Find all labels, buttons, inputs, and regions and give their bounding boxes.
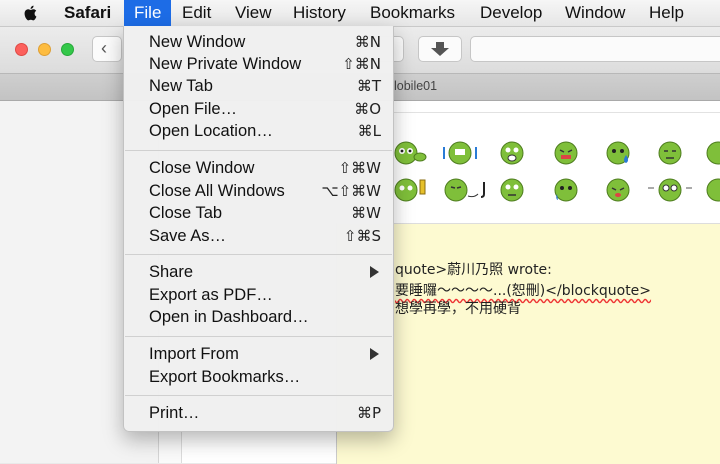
menu-item-close-all-windows[interactable]: Close All Windows ⌥⇧⌘W — [149, 181, 383, 203]
menu-item-new-window[interactable]: New Window ⌘N — [149, 32, 383, 54]
post-line-1: quote>蔚川乃照 wrote: — [395, 262, 552, 278]
downloads-button[interactable] — [418, 36, 462, 62]
menu-item-open-file[interactable]: Open File… ⌘O — [149, 99, 383, 121]
emoticon-icon — [706, 178, 720, 202]
emoticon-icon — [394, 141, 427, 165]
menu-bookmarks[interactable]: Bookmarks — [360, 0, 465, 26]
menu-item-label: Export as PDF… — [149, 286, 273, 304]
submenu-arrow-icon — [370, 348, 379, 360]
menu-item-shortcut: ⌘T — [356, 77, 381, 95]
menu-item-shortcut: ⌘W — [351, 204, 381, 222]
menu-item-label: Open File… — [149, 100, 238, 118]
menu-item-label: Close Tab — [149, 204, 223, 222]
download-arrow-icon — [431, 42, 449, 56]
menu-view[interactable]: View — [225, 0, 282, 26]
tab-title[interactable]: lobile01 — [394, 79, 437, 93]
menu-history[interactable]: History — [283, 0, 356, 26]
emoticon-icon — [500, 178, 524, 202]
minimize-window-button[interactable] — [38, 43, 51, 56]
menu-item-close-window[interactable]: Close Window ⇧⌘W — [149, 158, 383, 180]
emoticon-icon — [394, 178, 426, 202]
menu-item-export-as-pdf[interactable]: Export as PDF… — [149, 285, 383, 307]
menu-item-label: Open Location… — [149, 122, 273, 140]
menu-window[interactable]: Window — [555, 0, 635, 26]
menu-item-open-location[interactable]: Open Location… ⌘L — [149, 121, 383, 143]
menu-item-shortcut: ⌘N — [354, 33, 381, 51]
post-line-3: 想學再學，不用硬背 — [395, 301, 521, 317]
emoticon-icon — [500, 141, 524, 165]
menu-item-new-private-window[interactable]: New Private Window ⇧⌘N — [149, 54, 383, 76]
menu-item-shortcut: ⌘O — [354, 100, 381, 118]
menu-help[interactable]: Help — [639, 0, 694, 26]
emoticon-icon — [554, 141, 578, 165]
menu-item-print[interactable]: Print… ⌘P — [149, 403, 383, 425]
emoticon-icon — [444, 178, 485, 202]
menu-item-export-bookmarks[interactable]: Export Bookmarks… — [149, 367, 383, 389]
menu-item-label: Save As… — [149, 227, 227, 245]
emoticon-icon — [606, 141, 630, 165]
menu-item-label: Print… — [149, 404, 200, 422]
submenu-arrow-icon — [370, 266, 379, 278]
menu-item-label: Close Window — [149, 159, 255, 177]
menu-item-label: Import From — [149, 345, 239, 363]
menu-item-label: Close All Windows — [149, 182, 285, 200]
menu-item-label: Export Bookmarks… — [149, 368, 301, 386]
menu-file[interactable]: File — [124, 0, 172, 26]
menu-item-shortcut: ⇧⌘N — [342, 55, 381, 73]
menu-item-open-in-dashboard[interactable]: Open in Dashboard… — [149, 307, 383, 329]
apple-logo-icon[interactable] — [22, 4, 40, 22]
emoticon-icon — [706, 141, 720, 165]
menu-item-shortcut: ⌘L — [357, 122, 381, 140]
menu-separator — [125, 336, 392, 337]
menu-develop[interactable]: Develop — [470, 0, 552, 26]
address-bar[interactable] — [470, 36, 720, 62]
menu-item-shortcut: ⇧⌘S — [343, 227, 381, 245]
menu-bar: Safari File Edit View History Bookmarks … — [0, 0, 720, 27]
menu-separator — [125, 150, 392, 151]
emoticon-icon — [658, 141, 682, 165]
post-line-2: 要睡囉～～～～...(恕刪)</blockquote> — [395, 280, 651, 300]
menu-item-new-tab[interactable]: New Tab ⌘T — [149, 76, 383, 98]
menu-item-shortcut: ⇧⌘W — [338, 159, 381, 177]
menu-item-label: New Window — [149, 33, 246, 51]
menu-item-shortcut: ⌘P — [356, 404, 381, 422]
emoticon-icon — [443, 141, 477, 165]
menu-item-save-as[interactable]: Save As… ⇧⌘S — [149, 226, 383, 248]
emoticon-icon — [606, 178, 630, 202]
menu-item-share[interactable]: Share — [149, 262, 383, 284]
file-menu-dropdown: New Window ⌘N New Private Window ⇧⌘N New T… — [123, 26, 394, 432]
menu-edit[interactable]: Edit — [172, 0, 221, 26]
menu-item-label: New Tab — [149, 77, 213, 95]
post-line-2-text: 要睡囉～～～～...(恕刪)</blockquote> — [395, 283, 652, 299]
menu-item-shortcut: ⌥⇧⌘W — [321, 182, 381, 200]
menu-item-label: Share — [149, 263, 194, 281]
back-button[interactable]: ‹ — [92, 36, 122, 62]
emoticon-icon — [554, 178, 578, 202]
menu-item-import-from[interactable]: Import From — [149, 344, 383, 366]
close-window-button[interactable] — [15, 43, 28, 56]
menu-app-safari[interactable]: Safari — [54, 0, 121, 26]
menu-separator — [125, 254, 392, 255]
menu-item-close-tab[interactable]: Close Tab ⌘W — [149, 203, 383, 225]
emoticon-icon — [648, 178, 692, 202]
menu-item-label: New Private Window — [149, 55, 302, 73]
menu-item-label: Open in Dashboard… — [149, 308, 309, 326]
zoom-window-button[interactable] — [61, 43, 74, 56]
menu-separator — [125, 395, 392, 396]
chevron-left-icon: ‹ — [101, 38, 107, 58]
